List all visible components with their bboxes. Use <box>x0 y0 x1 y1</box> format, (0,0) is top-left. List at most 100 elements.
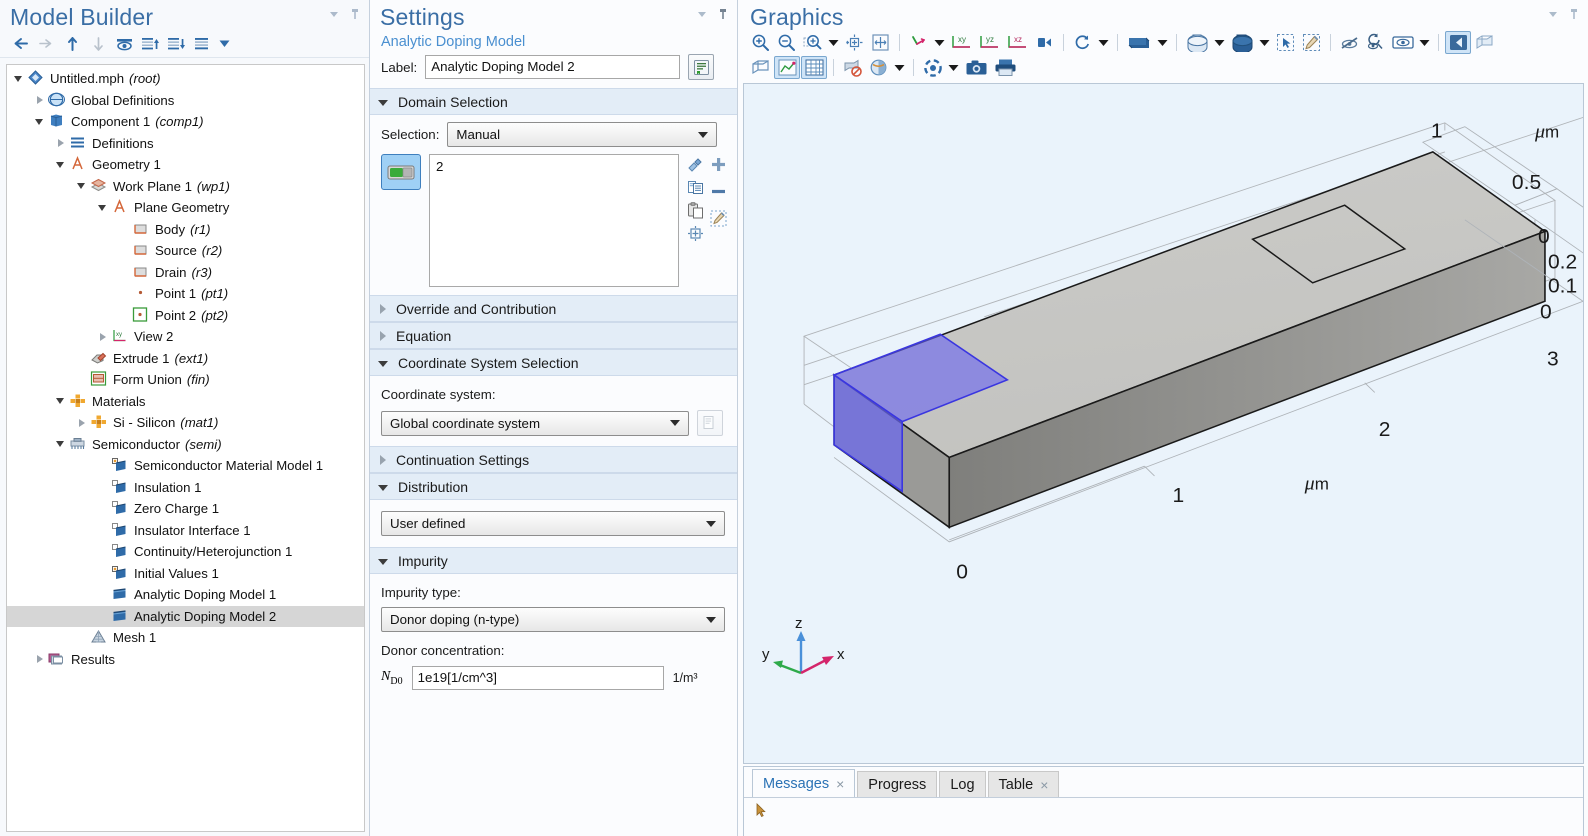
zoom-box-icon[interactable] <box>800 31 825 54</box>
tree-node-point-2[interactable]: Point 2 (pt2) <box>7 305 364 327</box>
expand-down-icon[interactable] <box>164 33 188 55</box>
transparency-ball-dropdown-icon[interactable] <box>892 56 907 79</box>
tree-node-initial-values-1[interactable]: Initial Values 1 <box>7 563 364 585</box>
zoom-to-fit-icon[interactable] <box>868 31 893 54</box>
section-equation[interactable]: Equation <box>370 322 737 349</box>
section-domain-selection[interactable]: Domain Selection <box>370 88 737 115</box>
chevron-down-icon[interactable] <box>55 438 67 450</box>
show-grid-icon[interactable] <box>1445 31 1471 54</box>
domain-selection-list[interactable]: 2 <box>429 154 679 287</box>
tree-node-view-2[interactable]: xy View 2 <box>7 326 364 348</box>
tree-node-materials[interactable]: Materials <box>7 391 364 413</box>
tree-node-insulator-interface-1[interactable]: Insulator Interface 1 <box>7 520 364 542</box>
close-icon[interactable]: × <box>1040 778 1048 792</box>
graphics-canvas[interactable]: 1 0.5 0 0.2 0.1 0 3 2 1 0 μm μm z y x <box>743 83 1584 764</box>
domain-list-item[interactable]: 2 <box>436 159 672 174</box>
tree-node-source[interactable]: Source (r2) <box>7 240 364 262</box>
hide-selected-icon[interactable] <box>840 56 865 79</box>
select-box-icon[interactable] <box>1273 31 1298 54</box>
grid-table-icon[interactable] <box>801 56 827 79</box>
coordinate-system-combo[interactable]: Global coordinate system <box>381 410 689 436</box>
tree-node-insulation-1[interactable]: Insulation 1 <box>7 477 364 499</box>
impurity-type-combo[interactable]: Donor doping (n-type) <box>381 607 725 632</box>
tree-node-extrude-1[interactable]: Extrude 1 (ext1) <box>7 348 364 370</box>
tree-node-analytic-doping-model-2[interactable]: Analytic Doping Model 2 <box>7 605 364 627</box>
section-override-and-contribution[interactable]: Override and Contribution <box>370 295 737 322</box>
chevron-right-icon[interactable] <box>76 417 88 429</box>
tree-node-point-1[interactable]: Point 1 (pt1) <box>7 283 364 305</box>
chevron-down-icon[interactable] <box>55 159 67 171</box>
show-bounding-box-icon[interactable] <box>1472 31 1497 54</box>
active-toggle-icon[interactable] <box>381 154 421 190</box>
snapshot-icon[interactable] <box>962 56 990 79</box>
tree-dropdown-icon[interactable] <box>216 33 232 55</box>
select-color-dropdown-icon[interactable] <box>946 56 961 79</box>
collapse-up-icon[interactable] <box>138 33 162 55</box>
chevron-down-icon[interactable] <box>97 202 109 214</box>
go-to-xz-view-icon[interactable]: xz <box>1004 31 1031 54</box>
tree-node-untitled-mph[interactable]: Untitled.mph (root) <box>7 68 364 90</box>
transparency-dropdown-icon[interactable] <box>1155 31 1170 54</box>
tree-node-form-union[interactable]: Form Union (fin) <box>7 369 364 391</box>
tree-node-body[interactable]: Body (r1) <box>7 219 364 241</box>
tree-node-component-1[interactable]: Component 1 (comp1) <box>7 111 364 133</box>
go-to-xy-view-icon[interactable]: xy <box>948 31 975 54</box>
tree-node-mesh-1[interactable]: Mesh 1 <box>7 627 364 649</box>
zoom-out-icon[interactable] <box>774 31 799 54</box>
tree-node-semiconductor[interactable]: Semiconductor (semi) <box>7 434 364 456</box>
transparency-ball-icon[interactable] <box>866 56 891 79</box>
tab-table[interactable]: Table × <box>987 771 1060 797</box>
tree-node-definitions[interactable]: Definitions <box>7 133 364 155</box>
remove-from-selection-button[interactable] <box>710 183 727 200</box>
model-tree[interactable]: Untitled.mph (root) Global Definitions Comp… <box>6 64 365 832</box>
chevron-right-icon[interactable] <box>34 653 46 665</box>
tree-node-zero-charge-1[interactable]: Zero Charge 1 <box>7 498 364 520</box>
print-icon[interactable] <box>991 56 1019 79</box>
hide-geometry-icon[interactable] <box>1337 31 1362 54</box>
zoom-extents-icon[interactable] <box>842 31 867 54</box>
chevron-right-icon[interactable] <box>97 331 109 343</box>
tree-node-drain[interactable]: Drain (r3) <box>7 262 364 284</box>
select-all-icon[interactable] <box>1228 31 1256 54</box>
paste-selection-icon[interactable] <box>687 156 704 173</box>
orbit-dropdown-icon[interactable] <box>1096 31 1111 54</box>
move-up-icon[interactable] <box>60 33 84 55</box>
add-to-selection-button[interactable] <box>710 156 727 173</box>
description-note-icon[interactable] <box>688 54 715 80</box>
paste-icon[interactable] <box>687 202 704 219</box>
chevron-down-icon[interactable] <box>55 395 67 407</box>
back-icon[interactable] <box>8 33 32 55</box>
reset-hiding-icon[interactable] <box>1363 31 1388 54</box>
chevron-down-icon[interactable] <box>328 8 340 20</box>
view-hidden-dropdown-icon[interactable] <box>1417 31 1432 54</box>
pin-icon[interactable] <box>349 8 361 20</box>
tree-node-global-definitions[interactable]: Global Definitions <box>7 90 364 112</box>
zoom-to-selection-icon[interactable] <box>687 225 704 242</box>
transparency-icon[interactable] <box>1124 31 1154 54</box>
tree-node-plane-geometry[interactable]: Plane Geometry <box>7 197 364 219</box>
chevron-right-icon[interactable] <box>34 94 46 106</box>
tree-node-results[interactable]: Results <box>7 649 364 671</box>
zoom-in-icon[interactable] <box>748 31 773 54</box>
tree-node-geometry-1[interactable]: Geometry 1 <box>7 154 364 176</box>
section-impurity[interactable]: Impurity <box>370 547 737 574</box>
go-to-yz-view-icon[interactable]: yz <box>976 31 1003 54</box>
select-all-dropdown-icon[interactable] <box>1257 31 1272 54</box>
label-input[interactable]: Analytic Doping Model 2 <box>425 55 681 79</box>
section-coordinate-system-selection[interactable]: Coordinate System Selection <box>370 349 737 376</box>
camera-view-icon[interactable] <box>1032 31 1057 54</box>
tree-node-si-silicon[interactable]: Si - Silicon (mat1) <box>7 412 364 434</box>
chevron-down-icon[interactable] <box>34 116 46 128</box>
chevron-down-icon[interactable] <box>13 73 25 85</box>
wireframe-dropdown-icon[interactable] <box>1212 31 1227 54</box>
copy-selection-icon[interactable] <box>687 179 704 196</box>
scene-light-icon[interactable] <box>748 56 773 79</box>
wireframe-rendering-icon[interactable] <box>1183 31 1211 54</box>
pin-icon[interactable] <box>1568 8 1580 20</box>
donor-concentration-input[interactable]: 1e19[1/cm^3] <box>411 666 664 690</box>
plot-data-icon[interactable] <box>774 56 800 79</box>
tab-progress[interactable]: Progress <box>857 771 938 797</box>
selection-combo[interactable]: Manual <box>447 122 718 147</box>
zoom-dropdown-icon[interactable] <box>826 31 841 54</box>
section-distribution[interactable]: Distribution <box>370 473 737 500</box>
